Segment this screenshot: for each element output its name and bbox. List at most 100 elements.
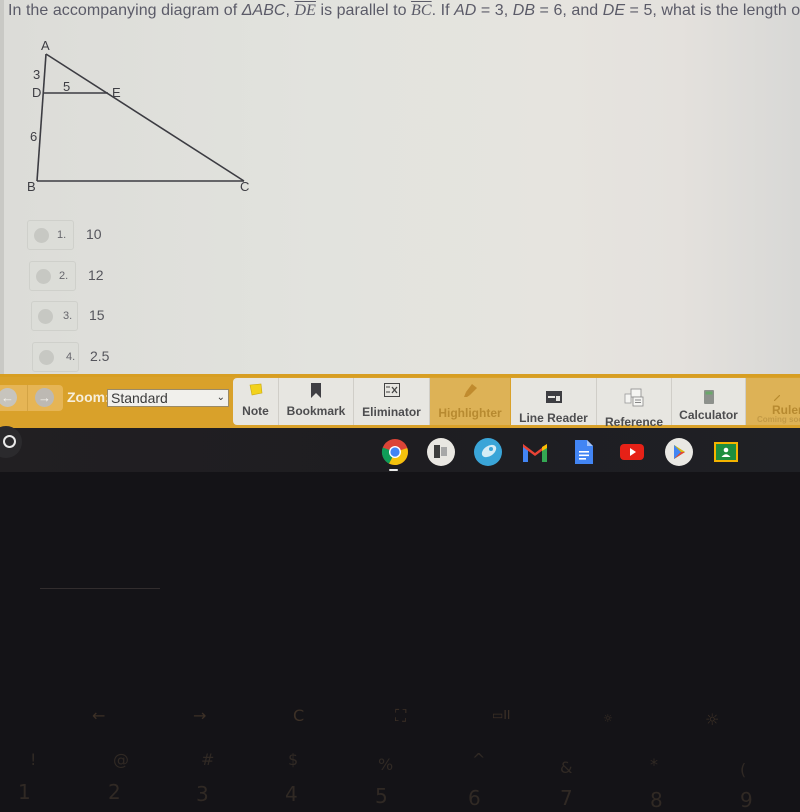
calculator-button[interactable]: Calculator: [672, 378, 746, 425]
choice-value: 12: [88, 266, 104, 283]
key-symbol: *: [650, 755, 658, 774]
reference-label: Reference: [604, 415, 664, 429]
key-refresh: C: [293, 706, 305, 725]
ruler-button[interactable]: Ruler Coming soon: [746, 378, 800, 425]
key-digit: 7: [560, 786, 573, 810]
active-app-indicator: [389, 469, 398, 471]
question-prefix: In the accompanying diagram of: [8, 2, 242, 19]
key-brightness-up: ☼: [705, 710, 720, 729]
vertex-e: E: [112, 85, 121, 100]
choice-value: 2.5: [90, 347, 110, 364]
key-symbol: ^: [472, 750, 486, 769]
note-button[interactable]: Note: [233, 378, 279, 425]
eq-ad: = 3,: [476, 2, 513, 19]
chrome-icon[interactable]: [381, 438, 409, 466]
chevron-down-icon: ⌄: [216, 392, 225, 403]
question-text: In the accompanying diagram of ΔABC, DE …: [8, 2, 800, 20]
eq-de: = 5, what is the length of: [625, 2, 800, 19]
choice-value: 15: [89, 307, 105, 323]
ruler-coming-soon: Coming soon: [757, 415, 800, 424]
triangle-diagram: A 3 D 5 E 6 B C: [27, 38, 249, 194]
choice-select-button[interactable]: 3.: [31, 301, 78, 331]
label-ad: 3: [33, 67, 40, 82]
arrow-right-icon: →: [38, 390, 51, 405]
var-de: DE: [602, 2, 626, 19]
choice-value: 10: [86, 226, 102, 242]
question-mid: is parallel to: [315, 2, 412, 19]
sticky-note-icon: [249, 383, 262, 396]
var-ad: AD: [454, 2, 477, 19]
key-digit: 9: [740, 788, 753, 812]
radio-icon[interactable]: [36, 268, 51, 284]
gmail-icon[interactable]: [521, 438, 549, 466]
reference-button[interactable]: Reference: [597, 378, 672, 429]
key-digit: 5: [375, 784, 388, 808]
key-symbol: #: [201, 750, 215, 769]
question-sep: ,: [285, 2, 295, 19]
files-app-icon[interactable]: [427, 438, 455, 466]
play-store-icon[interactable]: [665, 438, 693, 466]
line-reader-button[interactable]: Line Reader: [511, 378, 597, 425]
youtube-icon[interactable]: [618, 438, 646, 466]
nav-divider: [27, 385, 28, 411]
vertex-d: D: [32, 85, 41, 100]
eq-db: = 6, and: [535, 2, 603, 19]
highlighter-icon: [464, 384, 477, 397]
radio-icon[interactable]: [38, 309, 53, 324]
google-classroom-icon[interactable]: [712, 438, 740, 466]
launcher-button[interactable]: [0, 426, 22, 458]
choice-number: 1.: [57, 229, 67, 241]
question-given: . If: [431, 2, 455, 19]
zoom-value: Standard: [111, 390, 168, 406]
navigation-buttons: ← →: [0, 385, 63, 411]
vertex-c: C: [240, 179, 249, 194]
bookmark-button[interactable]: Bookmark: [279, 378, 354, 425]
calculator-label: Calculator: [679, 408, 738, 422]
calculator-icon: [703, 390, 714, 404]
vertex-b: B: [27, 179, 36, 194]
eliminator-button[interactable]: Eliminator: [354, 378, 430, 425]
key-brightness-down: ☼: [603, 712, 613, 725]
key-fullscreen: ⛶: [395, 706, 407, 725]
radio-icon[interactable]: [39, 349, 54, 365]
key-forward: →: [193, 706, 207, 725]
ruler-icon: [774, 395, 781, 401]
label-db: 6: [30, 129, 37, 144]
highlighter-label: Highlighter: [438, 406, 502, 420]
key-back: ←: [92, 706, 106, 725]
eliminator-icon: [383, 383, 400, 397]
line-reader-label: Line Reader: [519, 411, 588, 425]
bezel-edge: [40, 588, 160, 589]
rocket-app-icon[interactable]: [474, 438, 502, 466]
line-reader-icon: [545, 391, 562, 403]
key-digit: 4: [285, 782, 298, 806]
forward-button[interactable]: →: [35, 388, 54, 407]
key-symbol: %: [378, 755, 394, 774]
var-db: DB: [512, 2, 536, 19]
vertex-a: A: [41, 38, 50, 53]
choice-select-button[interactable]: 1.: [27, 220, 74, 250]
segment-bc: BC: [411, 2, 432, 19]
bookmark-icon: [311, 383, 321, 398]
choice-number: 3.: [63, 310, 73, 322]
launcher-icon: [3, 435, 16, 448]
choice-select-button[interactable]: 2.: [29, 260, 76, 291]
key-digit: 8: [650, 788, 663, 812]
key-digit: 6: [468, 786, 481, 810]
test-content-area: In the accompanying diagram of ΔABC, DE …: [0, 0, 800, 378]
back-button[interactable]: ←: [0, 388, 17, 407]
highlighter-button[interactable]: Highlighter: [430, 378, 510, 425]
zoom-select[interactable]: Standard ⌄: [107, 389, 229, 407]
bookmark-label: Bookmark: [286, 404, 346, 418]
os-shelf: [0, 426, 800, 472]
choice-number: 4.: [66, 350, 76, 363]
google-docs-icon[interactable]: [569, 438, 597, 466]
key-symbol: (: [740, 760, 747, 779]
key-symbol: $: [288, 750, 299, 769]
radio-icon[interactable]: [34, 228, 49, 243]
choice-select-button[interactable]: 4.: [32, 341, 79, 372]
arrow-left-icon: ←: [1, 390, 14, 405]
label-de: 5: [63, 79, 70, 94]
side-ac: [45, 53, 245, 182]
choice-number: 2.: [59, 269, 69, 282]
